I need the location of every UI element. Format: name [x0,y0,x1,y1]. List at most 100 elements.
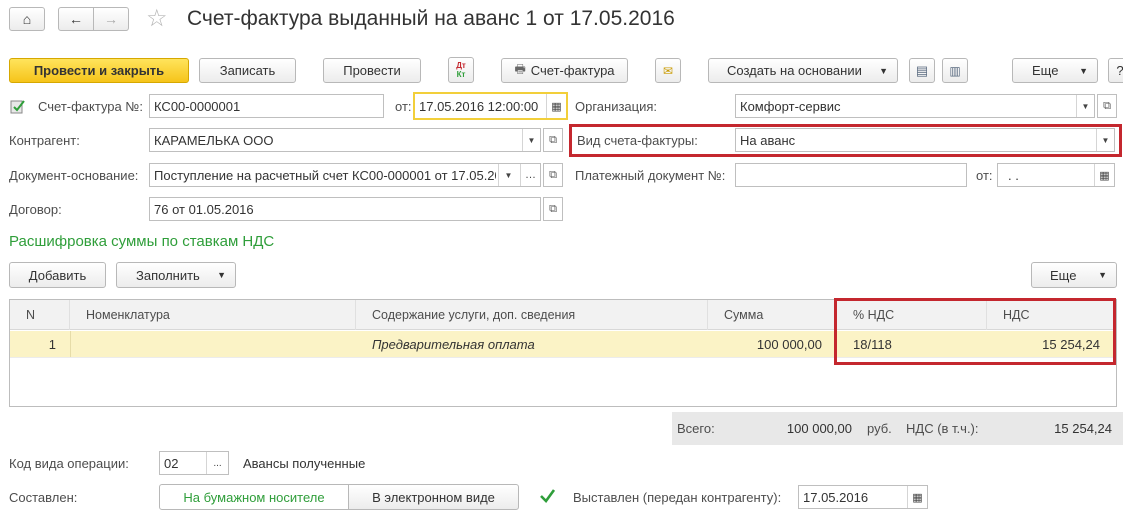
invoice-type-highlight [569,124,1122,157]
basis-document-field[interactable]: Поступление на расчетный счет КС00-00000… [149,163,541,187]
dtkt-button[interactable]: Дт Кт [448,57,474,83]
currency-label: руб. [867,421,892,436]
issued-checkbox[interactable] [539,488,556,505]
organization-value: Комфорт-сервис [740,98,841,114]
invoice-date-value: 17.05.2016 12:00:00 [419,98,539,114]
payment-doc-label: Платежный документ №: [575,168,726,183]
organization-open-button[interactable]: ⧉ [1097,94,1117,118]
fill-button[interactable]: Заполнить ▼ [116,262,236,288]
chevron-down-icon: ▼ [217,270,226,280]
basis-document-value: Поступление на расчетный счет КС00-00000… [154,167,496,183]
chevron-down-icon: ▼ [1079,65,1088,76]
operation-code-field[interactable]: 02 ... [159,451,229,475]
chevron-down-icon[interactable]: ▼ [522,129,540,151]
paper-format-toggle[interactable]: На бумажном носителе [159,484,349,510]
chevron-down-icon[interactable]: ▼ [1076,95,1094,117]
arrow-right-icon: → [104,11,118,27]
print-invoice-label: Счет-фактура [530,63,615,78]
invoice-date-label: от: [395,99,412,114]
post-and-close-button[interactable]: Провести и закрыть [9,58,189,83]
column-header-sum[interactable]: Сумма [708,300,837,330]
column-header-n[interactable]: N [10,300,70,330]
payment-date-value: . . [1008,167,1019,183]
cell-item [86,331,356,357]
open-link-icon: ⧉ [1103,99,1111,112]
chevron-down-icon: ▼ [1098,270,1107,280]
operation-code-value: 02 [164,455,179,471]
counterparty-field[interactable]: КАРАМЕЛЬКА ООО ▼ [149,128,541,152]
back-button[interactable]: ← [58,7,94,31]
cell-n: 1 [48,336,56,352]
organization-label: Организация: [575,99,658,114]
contract-label: Договор: [9,202,62,217]
document-icon: ▥ [949,63,961,78]
invoice-number-field[interactable]: КС00-0000001 [149,94,384,118]
invoice-number-label: Счет-фактура №: [38,99,143,114]
dtkt-icon-top: Дт [456,61,466,70]
select-dots-icon[interactable]: … [520,164,540,186]
fill-label: Заполнить [136,267,200,283]
table-more-button[interactable]: Еще ▼ [1031,262,1117,288]
print-invoice-button[interactable]: 🖶 Счет-фактура [501,58,628,83]
save-button[interactable]: Записать [199,58,296,83]
printer-icon: 🖶 [514,62,526,76]
calendar-icon[interactable]: ▦ [1094,164,1114,186]
electronic-format-toggle[interactable]: В электронном виде [348,484,519,510]
more-actions-label: Еще [1032,63,1059,78]
forward-button[interactable]: → [93,7,129,31]
counterparty-open-button[interactable]: ⧉ [543,128,563,152]
dtkt-icon-bottom: Кт [456,70,466,79]
operation-code-description: Авансы полученные [243,456,366,471]
select-dots-icon[interactable]: ... [206,452,228,474]
invoice-status-icon [10,98,26,114]
arrow-left-icon: ← [69,11,83,27]
contract-open-button[interactable]: ⧉ [543,197,563,221]
organization-field[interactable]: Комфорт-сервис ▼ [735,94,1095,118]
table-more-label: Еще [1050,267,1077,283]
cell-sum: 100 000,00 [756,336,822,352]
basis-document-open-button[interactable]: ⧉ [543,163,563,187]
operation-code-label: Код вида операции: [9,456,129,471]
home-button[interactable]: ⌂ [9,7,45,31]
more-actions-button[interactable]: Еще ▼ [1012,58,1098,83]
calendar-icon[interactable]: ▦ [907,486,927,508]
counterparty-label: Контрагент: [9,133,80,148]
payment-date-label: от: [976,168,993,183]
vat-total-value: 15 254,24 [1054,421,1112,436]
issued-label: Выставлен (передан контрагенту): [573,490,782,505]
vat-columns-highlight [834,298,1116,365]
payment-date-field[interactable]: . . ▦ [997,163,1115,187]
report-list-button[interactable]: ▤ [909,58,935,83]
open-link-icon: ⧉ [549,202,557,215]
help-button[interactable]: ? [1108,58,1123,83]
add-row-button[interactable]: Добавить [9,262,106,288]
vat-breakdown-title: Расшифровка суммы по ставкам НДС [9,233,275,250]
column-header-item[interactable]: Номенклатура [70,300,356,330]
post-button[interactable]: Провести [323,58,421,83]
home-icon: ⌂ [22,11,32,27]
open-link-icon: ⧉ [549,168,557,181]
create-based-on-button[interactable]: Создать на основании ▼ [708,58,898,83]
total-label: Всего: [677,421,715,436]
calendar-icon[interactable]: ▦ [546,94,566,118]
email-button[interactable]: ✉ [655,58,681,83]
create-based-on-label: Создать на основании [727,63,862,78]
total-value: 100 000,00 [786,421,852,436]
favorite-star-icon[interactable]: ☆ [146,4,168,33]
contract-field[interactable]: 76 от 01.05.2016 [149,197,541,221]
cell-content: Предварительная оплата [372,336,535,352]
invoice-date-field[interactable]: 17.05.2016 12:00:00 ▦ [413,92,568,120]
envelope-icon: ✉ [662,63,674,78]
issued-date-value: 17.05.2016 [803,489,869,505]
column-header-content[interactable]: Содержание услуги, доп. сведения [356,300,708,330]
list-report-icon: ▤ [915,62,929,78]
open-link-icon: ⧉ [549,133,557,146]
chevron-down-icon[interactable]: ▼ [498,164,518,186]
vat-total-label: НДС (в т.ч.): [906,421,979,436]
issued-date-field[interactable]: 17.05.2016 ▦ [798,485,928,509]
payment-doc-field[interactable] [735,163,967,187]
counterparty-value: КАРАМЕЛЬКА ООО [154,132,274,148]
document-button[interactable]: ▥ [942,58,968,83]
composed-label: Составлен: [9,490,78,505]
chevron-down-icon: ▼ [879,65,888,76]
